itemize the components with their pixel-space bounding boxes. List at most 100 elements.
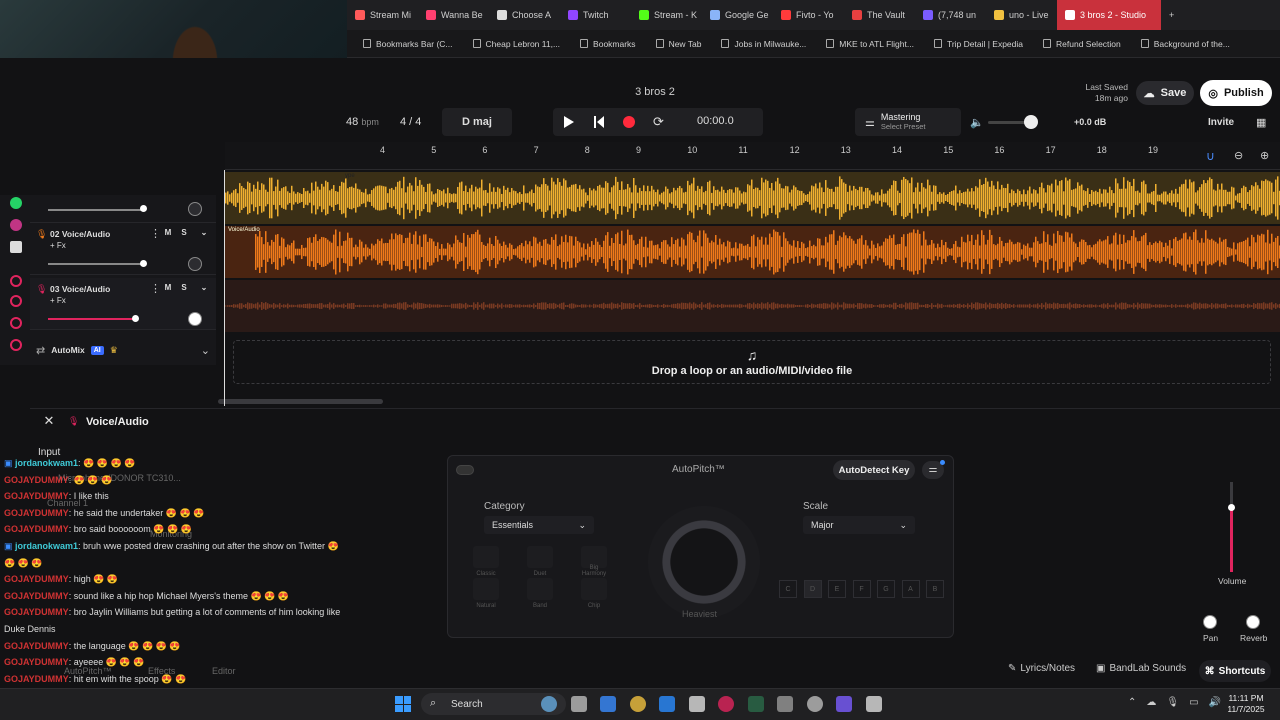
scale-key[interactable]: A: [901, 580, 920, 598]
chevron-down-icon[interactable]: ⌄: [201, 344, 210, 357]
bookmark-item[interactable]: New Tab: [648, 39, 710, 49]
track-2-solo-button[interactable]: S: [178, 227, 190, 239]
zoom-in-icon[interactable]: ⊕: [1260, 149, 1269, 162]
obs-icon[interactable]: [777, 696, 793, 712]
track-3-fx[interactable]: + Fx: [50, 296, 66, 305]
track-2-name[interactable]: 02 Voice/Audio: [50, 229, 110, 239]
browser-tab[interactable]: The Vault: [844, 0, 915, 30]
pan-knob[interactable]: [1203, 615, 1217, 629]
effect-cell[interactable]: Chip: [581, 578, 607, 609]
bookmark-item[interactable]: MKE to ATL Flight...: [818, 39, 922, 49]
track-3-header[interactable]: 🎙 03 Voice/Audio + Fx ⋮ M S ⌄: [30, 278, 216, 330]
browser-tab[interactable]: Stream - K: [631, 0, 702, 30]
timeline-scrollbar[interactable]: [218, 399, 383, 404]
track-3-solo-button[interactable]: S: [178, 282, 190, 294]
browser-tab[interactable]: Stream Mi: [347, 0, 418, 30]
project-title[interactable]: 3 bros 2: [600, 86, 710, 98]
time-signature[interactable]: 4 / 4: [400, 108, 430, 136]
edge-icon[interactable]: [659, 696, 675, 712]
track-3-pan-knob[interactable]: [188, 312, 202, 326]
bookmark-item[interactable]: Bookmarks: [572, 39, 644, 49]
bandlab-sounds-button[interactable]: ▣ BandLab Sounds: [1096, 663, 1186, 674]
app-icon[interactable]: [747, 696, 764, 712]
scale-key[interactable]: B: [926, 580, 944, 598]
bookmark-item[interactable]: Background of the...: [1133, 39, 1238, 49]
bookmark-item[interactable]: Trip Detail | Expedia: [926, 39, 1031, 49]
track-3-volume-thumb[interactable]: [132, 315, 139, 322]
browser-tab[interactable]: Twitch: [560, 0, 631, 30]
rewind-icon[interactable]: [593, 115, 605, 129]
shortcuts-button[interactable]: ⌘ Shortcuts: [1199, 660, 1271, 682]
calendar-icon[interactable]: ▦: [1256, 108, 1270, 136]
zoom-out-icon[interactable]: ⊖: [1234, 149, 1243, 162]
x-icon[interactable]: [10, 241, 22, 253]
lyrics-notes-button[interactable]: ✎ Lyrics/Notes: [1008, 663, 1075, 674]
bookmark-item[interactable]: Refund Selection: [1035, 39, 1129, 49]
clock-icon[interactable]: [10, 295, 22, 307]
track-1-pan-knob[interactable]: [188, 202, 202, 216]
scale-key[interactable]: C: [779, 580, 797, 598]
key-selector[interactable]: D maj: [442, 108, 512, 136]
chat-icon[interactable]: [10, 317, 22, 329]
steam-icon[interactable]: [806, 696, 823, 712]
track-2-fx[interactable]: + Fx: [50, 241, 66, 250]
files-icon[interactable]: [570, 696, 587, 712]
scale-key[interactable]: F: [852, 580, 871, 598]
track-1-volume-thumb[interactable]: [140, 205, 147, 212]
master-volume-thumb[interactable]: [1024, 115, 1038, 129]
play-icon[interactable]: [563, 115, 575, 129]
bookmark-item[interactable]: Jobs in Milwauke...: [713, 39, 814, 49]
autodetect-key-button[interactable]: AutoDetect Key: [833, 460, 915, 480]
speaker-icon[interactable]: 🔈: [970, 108, 984, 136]
track-1-clip[interactable]: ype: [225, 172, 1280, 224]
drop-zone[interactable]: ♫ Drop a loop or an audio/MIDI/video fil…: [233, 340, 1271, 384]
volume-fader-thumb[interactable]: [1228, 504, 1235, 511]
track-2-header[interactable]: 🎙 02 Voice/Audio + Fx ⋮ M S ⌄: [30, 223, 216, 275]
reverb-knob[interactable]: [1246, 615, 1260, 629]
media-icon[interactable]: [865, 696, 882, 712]
circle-icon[interactable]: [10, 275, 22, 287]
track-1-volume-slider[interactable]: [48, 209, 143, 211]
correction-dial[interactable]: [648, 506, 760, 618]
invite-button[interactable]: Invite: [1208, 108, 1238, 136]
browser-tab[interactable]: Choose A: [489, 0, 560, 30]
settings-icon[interactable]: [10, 339, 22, 351]
browser-tab[interactable]: (7,748 un: [915, 0, 986, 30]
folder-icon[interactable]: [629, 696, 646, 712]
browser-tab[interactable]: Google Ge: [702, 0, 773, 30]
track-2-clip[interactable]: Voice/Audio: [225, 226, 1280, 278]
system-tray[interactable]: ⌃ ☁ 🎙 ▭ 🔊: [1128, 697, 1221, 708]
track-3-mute-button[interactable]: M: [162, 282, 174, 294]
effect-cell[interactable]: Natural: [473, 578, 499, 609]
track-1-header[interactable]: [30, 195, 216, 223]
magnet-icon[interactable]: ∪: [1206, 149, 1222, 165]
copilot-icon[interactable]: [600, 696, 616, 712]
browser-tab[interactable]: Wanna Be: [418, 0, 489, 30]
track-3-clip[interactable]: [225, 280, 1280, 332]
publish-button[interactable]: ◎ Publish: [1200, 80, 1272, 106]
scale-select[interactable]: Major ⌄: [803, 516, 915, 534]
bookmark-item[interactable]: Bookmarks Bar (C...: [355, 39, 461, 49]
effect-cell[interactable]: Band: [527, 578, 553, 609]
automix-row[interactable]: ⇄ AutoMix AI ♛ ⌄: [30, 340, 216, 360]
bpm-field[interactable]: 48 bpm: [346, 108, 386, 136]
track-2-volume-slider[interactable]: [48, 263, 143, 265]
instagram-icon[interactable]: [10, 219, 22, 231]
track-3-expand-icon[interactable]: ⌄: [198, 282, 210, 294]
scale-key[interactable]: D: [803, 580, 822, 598]
track-2-menu-icon[interactable]: ⋮: [150, 227, 161, 240]
widgets-icon[interactable]: [541, 696, 557, 712]
track-2-expand-icon[interactable]: ⌄: [198, 227, 210, 239]
whatsapp-icon[interactable]: [10, 197, 22, 209]
track-3-name[interactable]: 03 Voice/Audio: [50, 284, 110, 294]
scale-key[interactable]: G: [877, 580, 895, 598]
discord-icon[interactable]: [836, 696, 852, 712]
track-2-volume-thumb[interactable]: [140, 260, 147, 267]
track-3-volume-slider[interactable]: [48, 318, 136, 320]
track-2-mute-button[interactable]: M: [162, 227, 174, 239]
close-icon[interactable]: ✕: [42, 414, 56, 428]
timeline-ruler[interactable]: 4 5 6 7 8 9 10 11 12 13 14 15 16 17 18 19: [225, 142, 1280, 170]
new-tab-button[interactable]: +: [1161, 0, 1181, 30]
bookmark-item[interactable]: Cheap Lebron 11,...: [465, 39, 569, 49]
browser-tab-active[interactable]: 3 bros 2 - Studio: [1057, 0, 1161, 30]
